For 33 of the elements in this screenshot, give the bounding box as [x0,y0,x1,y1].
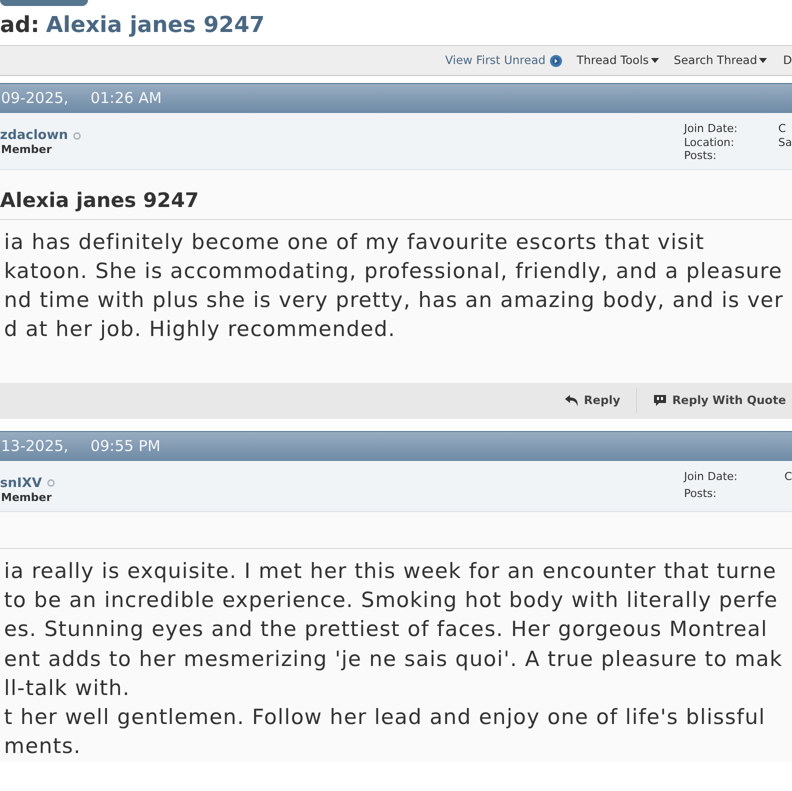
reply-with-quote-button[interactable]: Reply With Quote [653,392,786,410]
username-link[interactable]: snIXV [0,476,42,491]
post-text: ia really is exquisite. I met her this week for an encounter that turne to be an incredible experience. Smoking hot body with literally perfe es. Stunning eyes and the prettiest of faces. Her gorgeous Montreal ent adds to her mesmerizing 'je ne sais quoi'. A true pleasure to mak ll-talk with. t her well gentlemen. Follow her lead and enjoy one of life's blissful ments. [3,558,784,760]
user-rank: Member [0,143,53,157]
stat-value: C [778,122,787,136]
caret-icon [650,58,659,63]
circle-arrow-icon [550,54,562,66]
stat-label: Posts: [684,149,718,162]
user-rank: Member [0,490,53,505]
thread-title: Alexia janes 9247 [46,12,265,40]
stat-label: Join Date: [684,470,738,485]
post-time: 01:26 AM [90,88,162,110]
caret-icon [759,58,768,63]
curved-arrow-icon [564,394,579,408]
stat-value: Sa [778,136,792,149]
toolbar-menu[interactable]: Thread Tools [576,52,659,70]
view-first-unread-link[interactable]: View First Unread [445,52,562,70]
tab-edge[interactable] [0,0,88,6]
stat-label: Join Date: [684,122,738,136]
toolbar-menu[interactable]: Search Thread [674,52,768,70]
post-date: 13-2025, [1,436,68,457]
stat-label: Posts: [684,487,718,502]
speech-bubble-icon [653,394,668,408]
stat-label: Location: [684,136,736,149]
stat-value: C [784,470,792,485]
toolbar-menu[interactable]: D [783,52,792,70]
title-prefix: ad: [0,12,40,40]
post-text: ia has definitely become one of my favourite escorts that visit katoon. She is accommodating, professional, friendly, and a pleasure nd time with plus she is very pretty, has an amazing body, and is ver d at her job. Highly recommended. [3,228,784,344]
post-date: 09-2025, [1,88,68,110]
post-title: Alexia janes 9247 [0,188,199,212]
reply-button[interactable]: Reply [564,392,620,410]
post-time: 09:55 PM [90,436,160,457]
username-link[interactable]: zdaclown [0,128,68,143]
